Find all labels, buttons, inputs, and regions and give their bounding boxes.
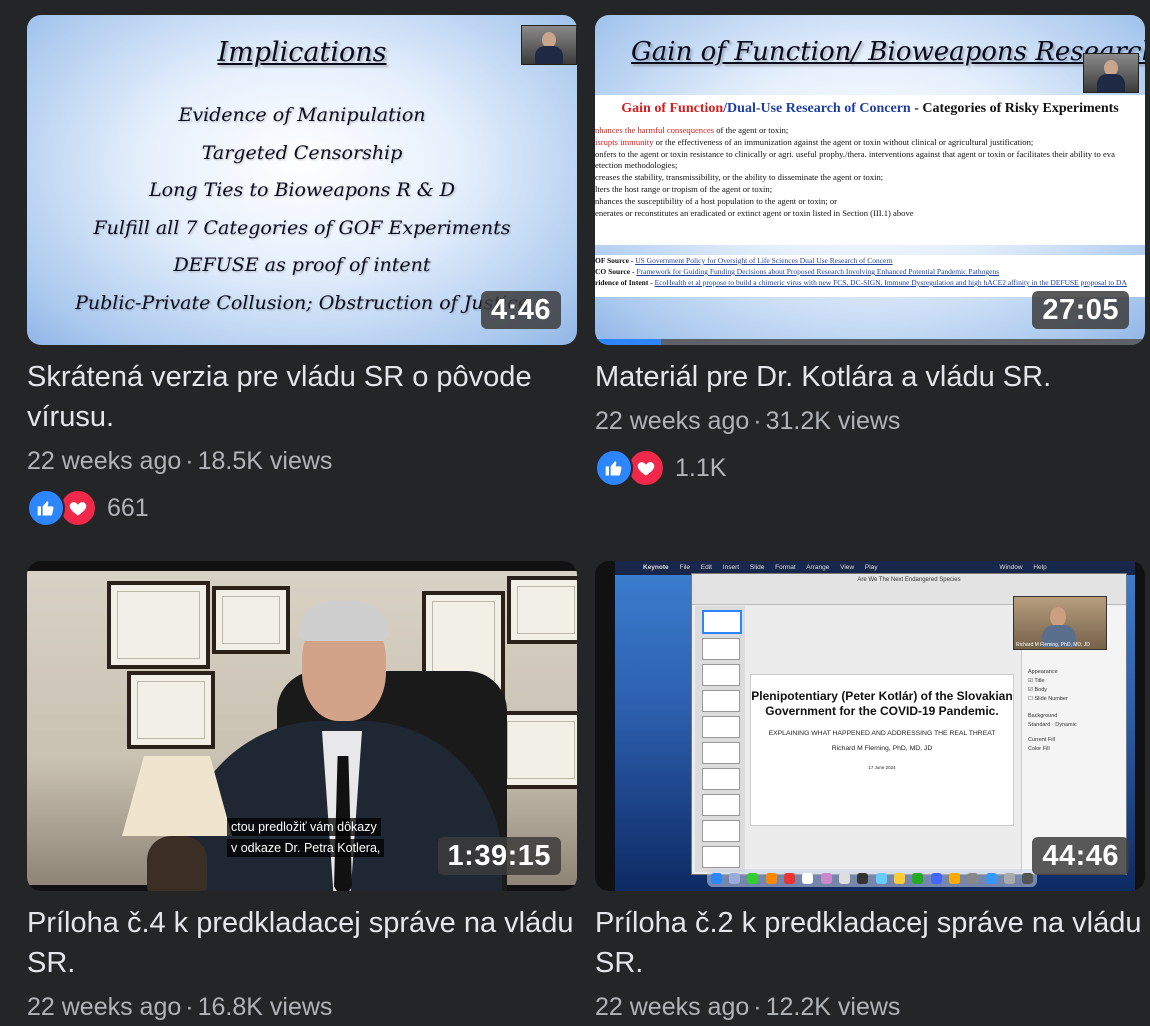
like-icon bbox=[27, 489, 65, 527]
speaker-hair bbox=[299, 601, 389, 641]
presenter-webcam bbox=[521, 25, 577, 65]
video-age: 22 weeks ago bbox=[27, 993, 182, 1021]
slide-navigator bbox=[695, 606, 745, 872]
framed-diploma bbox=[107, 581, 210, 669]
document-row: isrupts immunity or the effectiveness of… bbox=[595, 136, 1034, 147]
slide-author: Richard M Fleming, PhD, MD, JD bbox=[831, 745, 933, 752]
video-views: 18.5K views bbox=[197, 447, 333, 475]
slide-lines: Evidence of Manipulation Targeted Censor… bbox=[27, 97, 577, 322]
video-thumbnail[interactable]: Keynote File Edit Insert Slide Format Ar… bbox=[595, 561, 1145, 891]
video-meta: 22 weeks ago · 16.8K views bbox=[27, 993, 333, 1021]
keynote-slide: Plenipotentiary (Peter Kotlár) of the Sl… bbox=[750, 674, 1014, 826]
document-row: nhances the susceptibility of a host pop… bbox=[595, 195, 838, 206]
duration-badge: 4:46 bbox=[480, 291, 561, 329]
document-title: Gain of Function/Dual-Use Research of Co… bbox=[621, 101, 1119, 116]
slide-heading: Implications bbox=[217, 37, 387, 68]
video-grid: Implications Evidence of Manipulation Ta… bbox=[0, 0, 1150, 1026]
document-excerpt: Gain of Function/Dual-Use Research of Co… bbox=[595, 95, 1145, 245]
video-views: 12.2K views bbox=[765, 993, 901, 1021]
presenter-webcam bbox=[1083, 53, 1139, 93]
video-meta: 22 weeks ago · 31.2K views bbox=[595, 407, 901, 435]
video-age: 22 weeks ago bbox=[27, 447, 182, 475]
video-title[interactable]: Materiál pre Dr. Kotlára a vládu SR. bbox=[595, 357, 1145, 397]
slide-line: Fulfill all 7 Categories of GOF Experime… bbox=[93, 216, 511, 239]
document-row: lters the host range or tropism of the a… bbox=[595, 183, 773, 194]
reactions[interactable]: 661 bbox=[27, 489, 577, 527]
document-row: etection methodologies; bbox=[595, 160, 678, 171]
slide-date: 17 June 2024 bbox=[868, 765, 896, 770]
subtitle-line: v odkaze Dr. Petra Kotlera, bbox=[227, 839, 385, 857]
duration-badge: 44:46 bbox=[1032, 837, 1129, 875]
video-title[interactable]: Príloha č.2 k predkladacej správe na vlá… bbox=[595, 903, 1145, 983]
video-card[interactable]: Implications Evidence of Manipulation Ta… bbox=[27, 15, 577, 527]
document-rows: nhances the harmful consequences of the … bbox=[595, 125, 1145, 219]
slide-line: Evidence of Manipulation bbox=[178, 104, 426, 126]
lamp-base bbox=[147, 836, 207, 891]
source-row: CO Source - Framework for Guiding Fundin… bbox=[595, 267, 1000, 276]
video-card[interactable]: ctou predložiť vám dôkazy v odkaze Dr. P… bbox=[27, 561, 577, 1025]
subtitles: ctou predložiť vám dôkazy v odkaze Dr. P… bbox=[227, 818, 385, 860]
video-title[interactable]: Skrátená verzia pre vládu SR o pôvode ví… bbox=[27, 357, 577, 437]
reaction-count: 1.1K bbox=[675, 453, 727, 482]
video-age: 22 weeks ago bbox=[595, 407, 750, 435]
video-card[interactable]: Gain of Function/ Bioweapons Research Ga… bbox=[595, 15, 1145, 487]
video-title[interactable]: Príloha č.4 k predkladacej správe na vlá… bbox=[27, 903, 577, 983]
slide-line: Targeted Censorship bbox=[201, 141, 403, 164]
slide-heading: Gain of Function/ Bioweapons Research bbox=[631, 37, 1145, 67]
keynote-window-title: Are We The Next Endangered Species bbox=[857, 577, 961, 583]
slide-title: Plenipotentiary (Peter Kotlár) of the Sl… bbox=[751, 689, 1013, 718]
video-thumbnail[interactable]: Gain of Function/ Bioweapons Research Ga… bbox=[595, 15, 1145, 345]
video-meta: 22 weeks ago · 12.2K views bbox=[595, 993, 901, 1021]
video-thumbnail[interactable]: Implications Evidence of Manipulation Ta… bbox=[27, 15, 577, 345]
slide-line: DEFUSE as proof of intent bbox=[173, 254, 431, 276]
slide-subtitle: EXPLAINING WHAT HAPPENED AND ADDRESSING … bbox=[768, 730, 996, 737]
framed-diploma bbox=[497, 711, 577, 789]
like-icon bbox=[595, 449, 633, 487]
watch-progress-bar bbox=[595, 339, 1145, 345]
duration-badge: 27:05 bbox=[1032, 291, 1129, 329]
video-views: 16.8K views bbox=[197, 993, 333, 1021]
document-row: nhances the harmful consequences of the … bbox=[595, 125, 789, 135]
framed-diploma bbox=[212, 586, 290, 654]
subtitle-line: ctou predložiť vám dôkazy bbox=[227, 818, 381, 836]
slide-line: Long Ties to Bioweapons R & D bbox=[149, 179, 455, 201]
video-thumbnail[interactable]: ctou predložiť vám dôkazy v odkaze Dr. P… bbox=[27, 561, 577, 891]
reaction-count: 661 bbox=[107, 493, 149, 522]
watch-progress-fill bbox=[595, 339, 661, 345]
reactions[interactable]: 1.1K bbox=[595, 449, 1145, 487]
mac-dock bbox=[707, 869, 1037, 887]
document-row: creases the stability, transmissibility,… bbox=[595, 172, 884, 183]
framed-diploma bbox=[127, 671, 215, 749]
video-card[interactable]: Keynote File Edit Insert Slide Format Ar… bbox=[595, 561, 1145, 1025]
presenter-webcam: Richard M Fleming, PhD, MD, JD bbox=[1013, 596, 1107, 650]
source-row: OF Source - US Government Policy for Ove… bbox=[595, 256, 893, 265]
video-meta: 22 weeks ago · 18.5K views bbox=[27, 447, 333, 475]
video-age: 22 weeks ago bbox=[595, 993, 750, 1021]
document-row: onfers to the agent or toxin resistance … bbox=[595, 148, 1115, 159]
document-row: enerates or reconstitutes an eradicated … bbox=[595, 207, 914, 218]
framed-diploma bbox=[507, 576, 577, 644]
video-views: 31.2K views bbox=[765, 407, 901, 435]
duration-badge: 1:39:15 bbox=[437, 837, 561, 875]
source-row: ridence of Intent - EcoHealth et al prop… bbox=[595, 278, 1127, 287]
